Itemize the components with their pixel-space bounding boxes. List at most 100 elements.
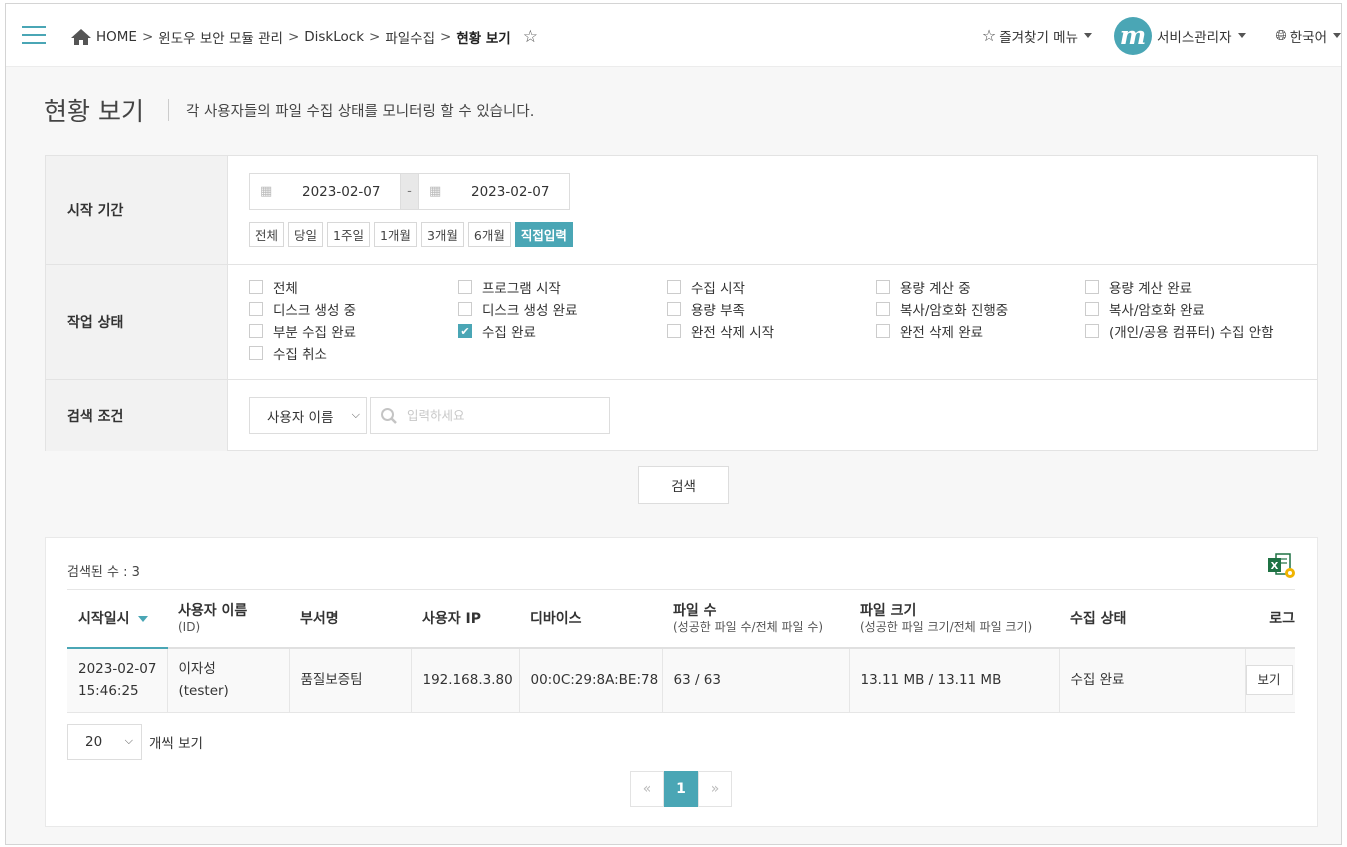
status-option-copy-encrypted[interactable]: 복사/암호화 완료 [1085,300,1294,319]
chevron-down-icon: ⌵ [351,408,360,421]
checkbox-checked[interactable]: ✔ [458,324,472,338]
app-frame: HOME > 윈도우 보안 모듈 관리 > DiskLock > 파일수집 > … [5,3,1342,845]
table-header-row: 시작일시 사용자 이름 (ID) 부서명 사용자 IP 디바이스 파일 수 (성공한… [67,589,1295,649]
view-log-button[interactable]: 보기 [1245,665,1293,696]
checkbox[interactable] [1085,302,1099,316]
page-title: 현황 보기 [44,97,144,126]
filter-panel: 시작 기간 ▦ 2023-02-07 - ▦ 2023-02-07 전체 당일 … [45,155,1318,451]
quick-range-all-button[interactable]: 전체 [249,222,285,247]
checkbox[interactable] [1085,324,1099,338]
status-option-copy-encrypting[interactable]: 복사/암호화 진행중 [876,300,1085,319]
breadcrumb-current: 현황 보기 [456,31,511,47]
breadcrumb: HOME > 윈도우 보안 모듈 관리 > DiskLock > 파일수집 > … [70,27,538,47]
pagination-next-button[interactable]: » [698,771,732,807]
checkbox[interactable] [876,280,890,294]
quick-range-3months-button[interactable]: 3개월 [420,222,464,247]
breadcrumb-home[interactable]: HOME [96,29,137,45]
column-header-dept: 부서명 [289,589,411,649]
calendar-icon: ▦ [429,184,442,199]
page-size-select[interactable]: 20 ⌵ [67,724,142,760]
result-count: 검색된 수 : 3 [67,565,140,580]
status-option-collect-cancel[interactable]: 수집 취소 [249,344,458,363]
breadcrumb-item-file-collection[interactable]: 파일수집 [385,27,435,47]
status-option-size-calculated[interactable]: 용량 계산 완료 [1085,278,1294,297]
checkbox[interactable] [667,280,681,294]
pagination-page-1[interactable]: 1 [664,771,698,807]
user-name: 서비스관리자 [1157,29,1232,46]
status-option-all[interactable]: 전체 [249,278,458,297]
status-option-wipe-start[interactable]: 완전 삭제 시작 [667,322,876,341]
quick-range-1week-button[interactable]: 1주일 [327,222,370,247]
checkbox[interactable] [249,324,263,338]
add-favorite-star-icon[interactable]: ☆ [523,27,538,47]
start-date-field[interactable]: ▦ 2023-02-07 [249,173,401,210]
breadcrumb-item-disklock[interactable]: DiskLock [304,29,364,45]
cell-file-size: 13.11 MB / 13.11 MB [849,647,1060,713]
status-option-size-calculating[interactable]: 용량 계산 중 [876,278,1085,297]
favorites-menu[interactable]: ☆ 즐겨찾기 메뉴 [982,26,1092,46]
column-header-ip: 사용자 IP [411,589,519,649]
home-icon[interactable] [70,28,92,46]
checkbox[interactable] [876,324,890,338]
status-option-disk-creating[interactable]: 디스크 생성 중 [249,300,458,319]
table-row: 2023-02-07 15:46:25 이자성 (tester) 품질보증팀 192… [67,647,1295,713]
status-checkbox-group: 전체 프로그램 시작 수집 시작 용량 계산 중 용량 계산 완료 디스크 생성… [249,278,1294,363]
quick-range-6months-button[interactable]: 6개월 [467,222,511,247]
cell-start-time: 2023-02-07 15:46:25 [67,647,168,713]
page-description: 각 사용자들의 파일 수집 상태를 모니터링 할 수 있습니다. [186,104,535,120]
checkbox[interactable] [876,302,890,316]
caret-down-icon [1084,33,1092,38]
calendar-icon: ▦ [260,184,273,199]
results-panel: 검색된 수 : 3 X 시작일시 사용자 이름 (ID) 부서명 사용자 IP 디… [45,537,1318,827]
status-option-collect-start[interactable]: 수집 시작 [667,278,876,297]
menu-toggle-icon[interactable] [22,26,46,44]
pagination: « 1 » [630,771,732,807]
quick-range-1month-button[interactable]: 1개월 [373,222,417,247]
quick-range-today-button[interactable]: 당일 [288,222,324,247]
cell-device: 00:0C:29:8A:BE:78 [519,647,663,713]
checkbox[interactable] [249,346,263,360]
checkbox[interactable] [249,280,263,294]
search-input[interactable] [407,408,597,423]
user-menu[interactable]: m 서비스관리자 [1114,16,1246,55]
status-option-disk-created[interactable]: 디스크 생성 완료 [458,300,667,319]
checkbox[interactable] [458,302,472,316]
cell-file-count: 63 / 63 [662,647,850,713]
page-size-label: 개씩 보기 [149,736,203,752]
quick-range-custom-button[interactable]: 직접입력 [514,222,573,247]
filter-row-search: 검색 조건 사용자 이름 ⌵ [46,380,1317,451]
status-option-partial-complete[interactable]: 부분 수집 완료 [249,322,458,341]
status-option-collect-complete[interactable]: ✔ 수집 완료 [458,322,667,341]
language-menu[interactable]: 🌐︎ 한국어 [1276,26,1341,46]
globe-icon: 🌐︎ [1275,27,1287,44]
status-option-not-collected[interactable]: (개인/공용 컴퓨터) 수집 안함 [1085,322,1294,341]
filter-row-status: 작업 상태 전체 프로그램 시작 수집 시작 용량 계산 중 용량 계산 완료 … [46,265,1317,380]
search-condition-label: 검색 조건 [46,380,228,451]
cell-ip: 192.168.3.80 [411,647,520,713]
status-label: 작업 상태 [46,265,228,379]
column-header-user-name: 사용자 이름 (ID) [167,589,289,649]
checkbox[interactable] [458,280,472,294]
results-table: 시작일시 사용자 이름 (ID) 부서명 사용자 IP 디바이스 파일 수 (성공한… [67,589,1295,713]
star-icon: ☆ [981,26,997,45]
checkbox[interactable] [667,324,681,338]
checkbox[interactable] [667,302,681,316]
column-header-file-size: 파일 크기 (성공한 파일 크기/전체 파일 크기) [849,589,1059,649]
excel-export-icon[interactable]: X [1267,553,1295,579]
date-range-dash: - [401,173,418,210]
checkbox[interactable] [249,302,263,316]
date-range: ▦ 2023-02-07 - ▦ 2023-02-07 [249,173,570,210]
checkbox[interactable] [1085,280,1099,294]
search-field-select[interactable]: 사용자 이름 ⌵ [249,397,367,434]
status-option-wipe-complete[interactable]: 완전 삭제 완료 [876,322,1085,341]
column-header-log: 로그 [1245,589,1295,649]
end-date-field[interactable]: ▦ 2023-02-07 [418,173,570,210]
status-option-insufficient-space[interactable]: 용량 부족 [667,300,876,319]
status-option-program-start[interactable]: 프로그램 시작 [458,278,667,297]
sort-desc-icon [137,616,148,623]
title-divider [168,99,169,121]
search-button[interactable]: 검색 [638,466,729,504]
column-header-start-time[interactable]: 시작일시 [67,589,167,649]
pagination-prev-button[interactable]: « [630,771,664,807]
breadcrumb-item-windows-security[interactable]: 윈도우 보안 모듈 관리 [158,27,283,47]
